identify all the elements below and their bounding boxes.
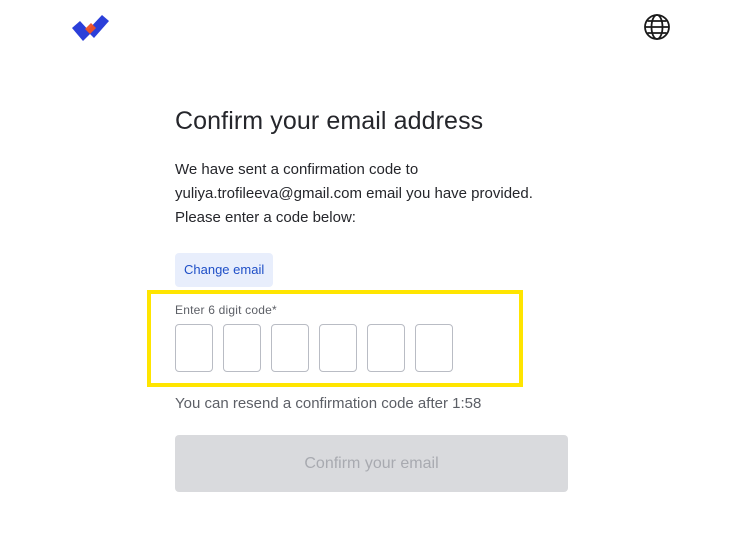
change-email-button[interactable]: Change email (175, 253, 274, 287)
code-digit-input[interactable] (271, 324, 309, 372)
description: We have sent a confirmation code to yuli… (175, 158, 575, 230)
code-digit-input[interactable] (319, 324, 357, 372)
code-input-group (175, 324, 453, 372)
description-line: We have sent a confirmation code to (175, 161, 419, 178)
confirm-email-form: Confirm your email address We have sent … (175, 103, 575, 287)
brand-logo-icon (72, 15, 109, 41)
code-digit-input[interactable] (415, 324, 453, 372)
page-title: Confirm your email address (175, 107, 484, 135)
code-digit-input[interactable] (223, 324, 261, 372)
code-digit-input[interactable] (367, 324, 405, 372)
confirm-email-page: Confirm your email address We have sent … (0, 0, 736, 543)
confirm-email-button[interactable]: Confirm your email (175, 435, 568, 492)
resend-timer-text: You can resend a confirmation code after… (175, 395, 482, 412)
globe-icon[interactable] (643, 13, 671, 41)
code-digit-input[interactable] (175, 324, 213, 372)
code-label: Enter 6 digit code* (175, 303, 277, 317)
description-line: Please enter a code below: (175, 209, 356, 226)
description-line: yuliya.trofileeva@gmail.com email you ha… (175, 185, 533, 202)
